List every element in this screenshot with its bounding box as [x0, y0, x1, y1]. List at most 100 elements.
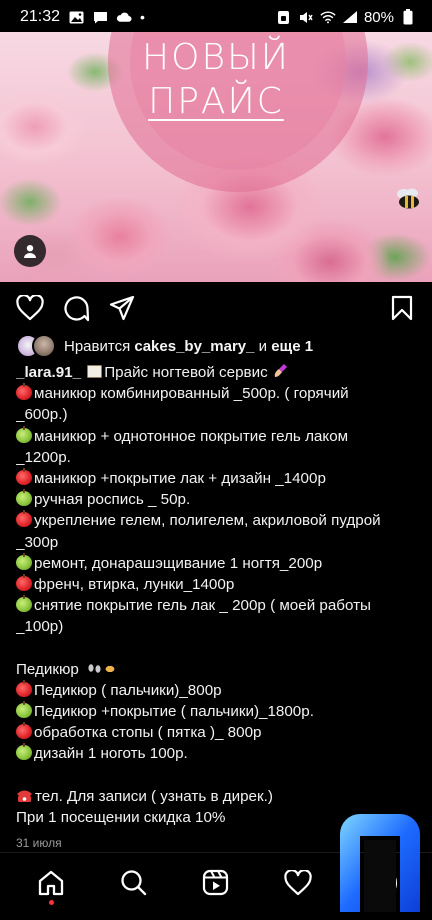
mute-icon: [298, 9, 314, 25]
green-apple-icon: [16, 425, 32, 443]
status-time: 21:32: [20, 8, 61, 25]
caption-line-text: Педикюр ( пальчики)_800р: [34, 681, 222, 699]
caption-line-text: _100р): [16, 618, 64, 636]
red-apple-icon: [16, 510, 32, 528]
caption-line: _600р.): [16, 404, 420, 425]
likes-more[interactable]: еще 1: [271, 338, 313, 355]
caption-line-text: При 1 посещении скидка 10%: [16, 808, 226, 826]
bookmark-icon: [391, 295, 413, 321]
caption-line: Педикюр ( пальчики)_800р: [16, 679, 420, 701]
red-apple-icon: [16, 722, 32, 740]
post-actions: [0, 292, 432, 324]
avatar: [32, 334, 56, 358]
likes-prefix: Нравится: [64, 337, 131, 355]
message-icon: [92, 9, 108, 25]
caption-line: _1200р.: [16, 447, 420, 468]
nav-home[interactable]: [29, 861, 73, 905]
caption-line: снятие покрытие гель лак _ 200р ( моей р…: [16, 595, 420, 616]
footprints-icon: [84, 660, 117, 675]
green-apple-icon: [16, 701, 32, 719]
nav-search[interactable]: [112, 861, 156, 905]
green-apple-icon: [16, 489, 32, 507]
caption-line: Педикюр: [16, 659, 420, 680]
caption-line-text: снятие покрытие гель лак _ 200р ( моей р…: [34, 597, 371, 615]
green-apple-icon: [16, 743, 32, 761]
nail-polish-icon: [274, 364, 287, 377]
search-icon: [121, 870, 147, 896]
battery-icon: [400, 9, 416, 25]
nav-activity[interactable]: [276, 861, 320, 905]
caption-line: Педикюр +покрытие ( пальчики)_1800р.: [16, 701, 420, 722]
caption-line-text: Педикюр: [16, 660, 79, 678]
gallery-icon: [68, 9, 84, 25]
caption-line-text: тел. Для записи ( узнать в дирек.): [35, 787, 273, 805]
caption-line: дизайн 1 ноготь 100р.: [16, 743, 420, 764]
person-icon: [24, 245, 36, 258]
image-title-line-2: ПРАЙС: [148, 81, 284, 122]
caption-username[interactable]: _lara.91_: [16, 364, 81, 381]
image-title-line-1: НОВЫЙ: [142, 37, 290, 78]
save-button[interactable]: [388, 294, 416, 322]
heart-icon: [16, 295, 44, 321]
bee-icon: [397, 188, 419, 209]
image-title: НОВЫЙ ПРАЙС: [0, 36, 432, 124]
floating-app-icon[interactable]: [334, 812, 424, 914]
wifi-icon: [320, 9, 336, 25]
liker-username[interactable]: cakes_by_mary_: [134, 338, 254, 355]
like-button[interactable]: [16, 294, 44, 322]
caption-line: маникюр + однотонное покрытие гель лаком: [16, 425, 420, 447]
caption-line: [16, 765, 420, 786]
caption-line-text: френч, втирка, лунки_1400р: [34, 576, 235, 594]
alarm-icon: [276, 9, 292, 25]
red-apple-icon: [16, 679, 32, 697]
home-icon: [39, 870, 64, 895]
caption-line: ручная роспись _ 50р.: [16, 489, 420, 510]
caption-line-text: ремонт, донарашэщивание 1 ногтя_200р: [34, 554, 323, 572]
caption-line: френч, втирка, лунки_1400р: [16, 574, 420, 595]
caption-line-text: маникюр комбинированный _500р. ( горячий: [34, 385, 349, 403]
likes-row[interactable]: Нравится cakes_by_mary_ и еще 1: [16, 333, 313, 359]
heart-icon: [284, 869, 313, 895]
notification-dot: [49, 899, 55, 905]
paper-plane-icon: [109, 295, 135, 321]
comment-icon: [63, 295, 89, 321]
green-apple-icon: [16, 595, 32, 613]
caption-line-text: ручная роспись _ 50р.: [34, 491, 191, 509]
post-caption: _lara.91_ Прайс ногтевой сервис маникюр …: [16, 362, 420, 828]
caption-line: обработка стопы ( пятка )_ 800р: [16, 722, 420, 743]
caption-line: маникюр комбинированный _500р. ( горячий: [16, 383, 420, 404]
tagged-user-button[interactable]: [14, 235, 46, 267]
reels-icon: [203, 869, 229, 896]
status-dot: •: [140, 9, 145, 25]
battery-percent: 80%: [363, 8, 394, 26]
caption-line-text: _600р.): [16, 406, 68, 424]
share-button[interactable]: [108, 294, 136, 322]
signal-icon: [342, 9, 358, 25]
post-image[interactable]: НОВЫЙ ПРАЙС: [0, 32, 432, 282]
green-apple-icon: [16, 552, 32, 570]
caption-line: укрепление гелем, полигелем, акриловой п…: [16, 510, 420, 531]
comment-button[interactable]: [62, 294, 90, 322]
caption-line-text: маникюр +покрытие лак + дизайн _1400р: [34, 470, 326, 488]
likes-and: и: [258, 337, 268, 355]
caption-line: тел. Для записи ( узнать в дирек.): [16, 786, 420, 807]
caption-lines: маникюр комбинированный _500р. ( горячий…: [16, 383, 420, 828]
cloud-icon: [116, 9, 132, 25]
caption-title: Прайс ногтевой сервис: [104, 364, 268, 381]
caption-line: _300р: [16, 532, 420, 553]
liker-avatars: [16, 334, 58, 358]
caption-line-text: дизайн 1 ноготь 100р.: [34, 745, 188, 763]
status-bar: 21:32 • 80%: [0, 0, 432, 34]
red-apple-icon: [16, 468, 32, 486]
memo-icon: [87, 365, 103, 378]
post-date: 31 июля: [16, 836, 62, 850]
caption-line-text: _1200р.: [16, 448, 71, 466]
caption-header: _lara.91_ Прайс ногтевой сервис: [16, 362, 420, 383]
caption-line: маникюр +покрытие лак + дизайн _1400р: [16, 468, 420, 489]
caption-line-text: обработка стопы ( пятка )_ 800р: [34, 724, 262, 742]
red-apple-icon: [16, 383, 32, 401]
caption-line-text: укрепление гелем, полигелем, акриловой п…: [34, 512, 381, 530]
caption-line: [16, 638, 420, 659]
nav-reels[interactable]: [194, 861, 238, 905]
caption-line: ремонт, донарашэщивание 1 ногтя_200р: [16, 552, 420, 574]
